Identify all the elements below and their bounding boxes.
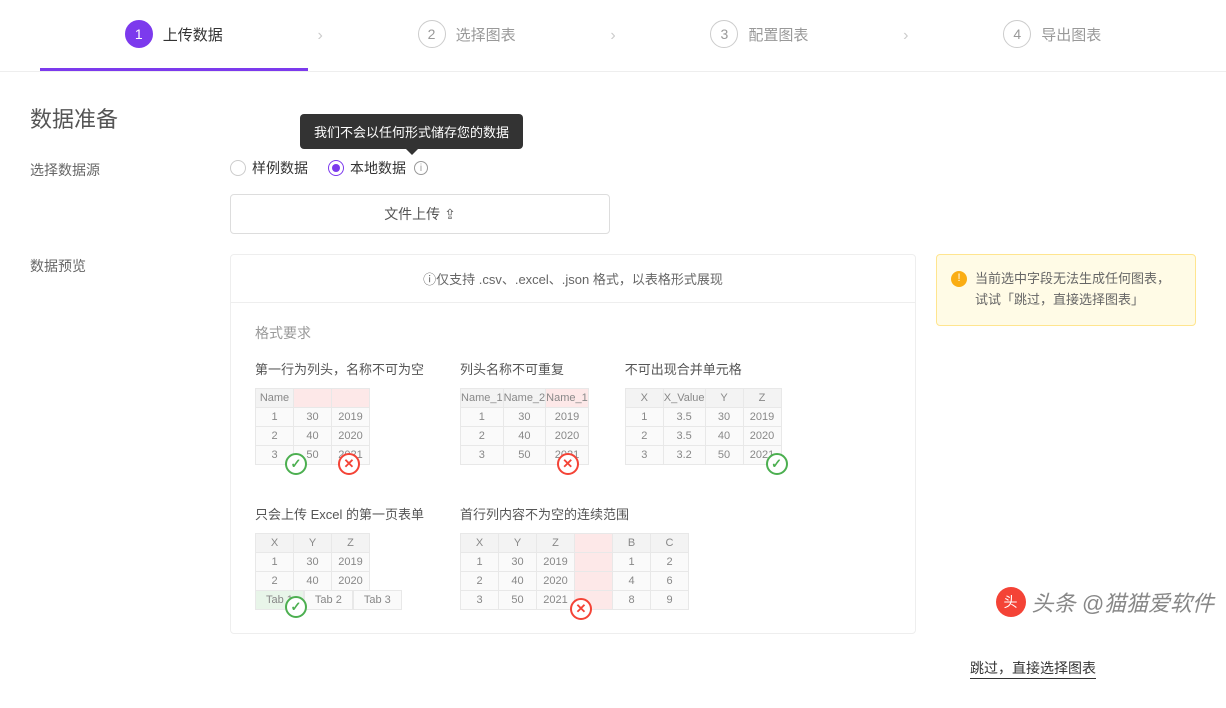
example-title: 只会上传 Excel 的第一页表单: [255, 504, 424, 523]
radio-icon: [328, 160, 344, 176]
chevron-right-icon: ›: [600, 27, 625, 45]
watermark: 头 头条 @猫猫爱软件: [996, 586, 1214, 618]
example-title: 列头名称不可重复: [460, 359, 589, 378]
step-label: 选择图表: [456, 24, 516, 45]
radio-label: 本地数据: [350, 158, 406, 178]
step-label: 配置图表: [748, 24, 808, 45]
example-title: 首行列内容不为空的连续范围: [460, 504, 689, 523]
step-config[interactable]: 3 配置图表: [626, 20, 894, 71]
skip-section: 跳过，直接选择图表: [30, 658, 1196, 678]
wizard-steps: 1 上传数据 › 2 选择图表 › 3 配置图表 › 4 导出图表: [0, 0, 1226, 72]
step-num: 4: [1003, 20, 1031, 48]
mini-table: XYZBC 130201912 240202046 350202189: [460, 533, 689, 610]
step-label: 导出图表: [1041, 24, 1101, 45]
warning-text: 当前选中字段无法生成任何图表，试试「跳过，直接选择图表」: [975, 269, 1181, 311]
step-num: 2: [418, 20, 446, 48]
radio-label: 样例数据: [252, 158, 308, 178]
upload-button[interactable]: 文件上传 ⇪: [230, 194, 610, 234]
radio-local[interactable]: 本地数据 i: [328, 158, 428, 178]
preview-panel: ⓘ仅支持 .csv、.excel、.json 格式，以表格形式展现 格式要求 第…: [230, 254, 916, 634]
example-title: 第一行为列头，名称不可为空: [255, 359, 424, 378]
chevron-right-icon: ›: [893, 27, 918, 45]
skip-link[interactable]: 跳过，直接选择图表: [970, 660, 1096, 679]
radio-icon: [230, 160, 246, 176]
example-title: 不可出现合并单元格: [625, 359, 782, 378]
step-num: 1: [125, 20, 153, 48]
cross-icon: ✕: [557, 453, 579, 475]
watermark-icon: 头: [996, 587, 1026, 617]
cross-icon: ✕: [338, 453, 360, 475]
step-upload[interactable]: 1 上传数据: [40, 20, 308, 71]
check-icon: ✓: [766, 453, 788, 475]
step-num: 3: [710, 20, 738, 48]
preview-label: 数据预览: [30, 254, 230, 634]
example-dup-header: 列头名称不可重复 Name_1Name_2Name_1 1302019 2402…: [460, 359, 589, 468]
check-icon: ✓: [285, 453, 307, 475]
info-icon[interactable]: i: [414, 161, 428, 175]
step-select[interactable]: 2 选择图表: [333, 20, 601, 71]
tab: Tab 3: [353, 590, 402, 610]
tab: Tab 2: [304, 590, 353, 610]
check-icon: ✓: [285, 596, 307, 618]
watermark-text: 头条 @猫猫爱软件: [1032, 586, 1214, 618]
source-label: 选择数据源: [30, 158, 230, 234]
chevron-right-icon: ›: [308, 27, 333, 45]
example-first-sheet: 只会上传 Excel 的第一页表单 XYZ 1302019 2402020 Ta…: [255, 504, 424, 613]
format-req-title: 格式要求: [255, 323, 891, 343]
cross-icon: ✕: [570, 598, 592, 620]
sheet-tabs: Tab 1 Tab 2 Tab 3: [255, 590, 402, 610]
preview-hint: ⓘ仅支持 .csv、.excel、.json 格式，以表格形式展现: [231, 255, 915, 303]
tooltip: 我们不会以任何形式储存您的数据: [300, 114, 523, 149]
radio-sample[interactable]: 样例数据: [230, 158, 308, 178]
step-label: 上传数据: [163, 24, 223, 45]
warning-alert: ! 当前选中字段无法生成任何图表，试试「跳过，直接选择图表」: [936, 254, 1196, 326]
example-merged-cell: 不可出现合并单元格 XX_ValueYZ 13.5302019 23.54020…: [625, 359, 782, 468]
page-title: 数据准备: [30, 102, 1196, 134]
warning-icon: !: [951, 271, 967, 287]
example-header-empty: 第一行为列头，名称不可为空 Name 1302019 2402020 35020…: [255, 359, 424, 468]
example-continuous-range: 首行列内容不为空的连续范围 XYZBC 130201912 240202046 …: [460, 504, 689, 613]
mini-table: XYZ 1302019 2402020: [255, 533, 370, 591]
mini-table: XX_ValueYZ 13.5302019 23.5402020 33.2502…: [625, 388, 782, 465]
step-export[interactable]: 4 导出图表: [918, 20, 1186, 71]
